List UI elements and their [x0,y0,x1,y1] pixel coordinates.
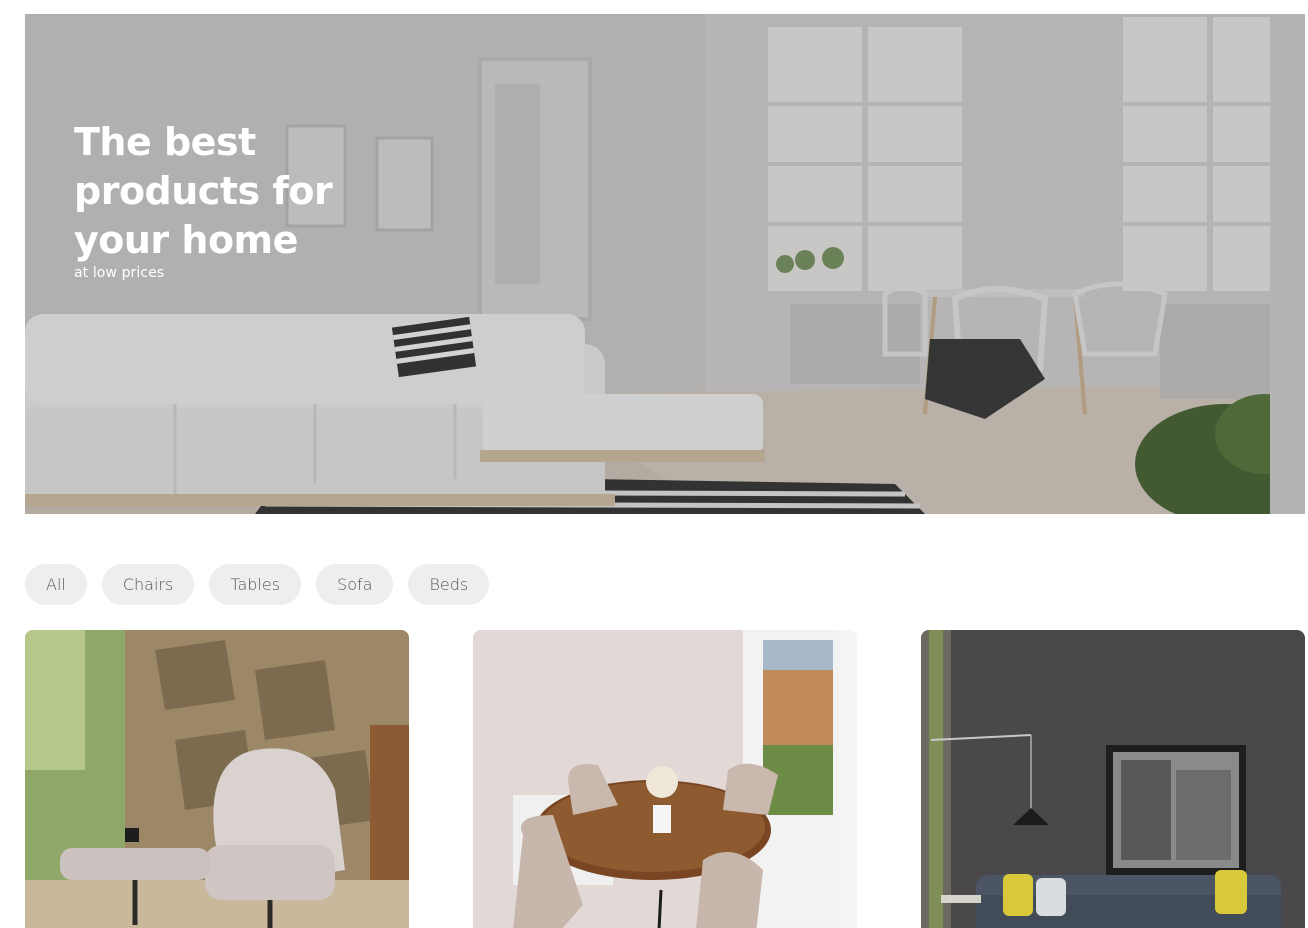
product-card-dining-table[interactable] [473,630,857,928]
product-card-sofa[interactable] [921,630,1305,928]
filter-chairs-button[interactable]: Chairs [101,564,195,605]
hero-text-block: The best products for your home at low p… [74,118,374,281]
filter-beds-button[interactable]: Beds [408,564,490,605]
hero-title: The best products for your home [74,120,333,262]
filter-all-button[interactable]: All [25,564,87,605]
sofa-photo [921,630,1305,928]
filter-sofa-button[interactable]: Sofa [316,564,394,605]
category-filters: All Chairs Tables Sofa Beds [25,564,490,605]
hero-banner: The best products for your home at low p… [25,14,1305,514]
hero-subtitle: at low prices [74,265,165,281]
armchair-photo [25,630,409,928]
product-card-armchair[interactable] [25,630,409,928]
dining-table-photo [473,630,857,928]
filter-tables-button[interactable]: Tables [209,564,302,605]
